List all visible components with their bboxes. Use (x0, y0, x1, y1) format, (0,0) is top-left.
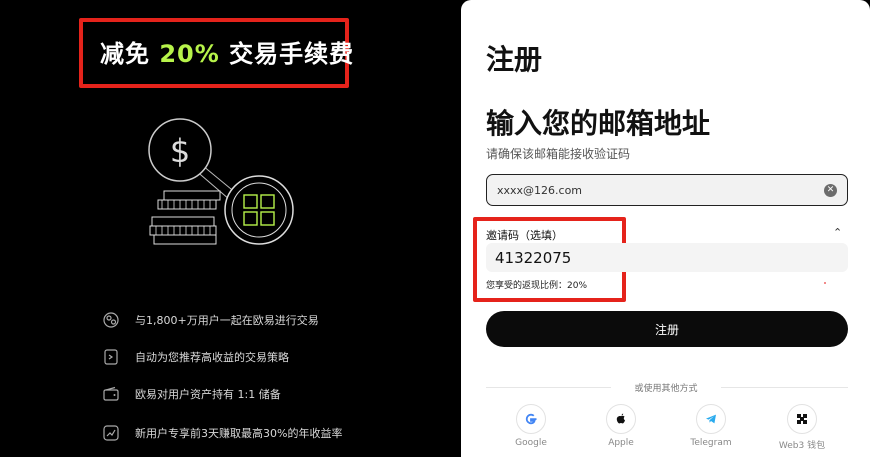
clear-icon[interactable]: ✕ (824, 183, 837, 197)
email-heading: 输入您的邮箱地址 (486, 107, 711, 140)
users-icon (100, 309, 122, 331)
feature-item: 新用户专享前3天赚取最高30%的年收益率 (100, 421, 342, 445)
invite-label: 邀请码（选填） (486, 229, 563, 242)
web3-wallet-label: Web3 钱包 (778, 441, 826, 451)
chevron-up-icon[interactable]: ⌃ (833, 226, 842, 239)
web3-wallet-login-button[interactable]: Web3 钱包 (772, 404, 832, 451)
register-button[interactable]: 注册 (486, 311, 848, 347)
wallet-icon (100, 383, 122, 405)
telegram-login-button[interactable]: Telegram (681, 404, 741, 448)
promo-title-prefix: 减免 (100, 40, 160, 68)
feature-item: 欧易对用户资产持有 1:1 储备 (100, 382, 281, 406)
strategy-icon (100, 346, 122, 368)
email-input[interactable] (497, 183, 824, 197)
feature-text: 与1,800+万用户一起在欧易进行交易 (135, 314, 319, 327)
google-login-button[interactable]: Google (501, 404, 561, 448)
svg-text:$: $ (170, 132, 190, 170)
web3-wallet-icon[interactable] (787, 404, 817, 434)
invite-cashback-hint: 您享受的返现比例：20% (486, 281, 588, 291)
email-field[interactable]: ✕ (486, 174, 848, 206)
invite-code-input[interactable] (495, 248, 839, 267)
email-subtitle: 请确保该邮箱能接收验证码 (486, 147, 631, 161)
telegram-label: Telegram (690, 438, 732, 448)
feature-item: 自动为您推荐高收益的交易策略 (100, 345, 289, 369)
promo-title-highlight: 20% (159, 40, 220, 68)
growth-chart-icon (100, 422, 122, 444)
apple-label: Apple (608, 438, 634, 448)
feature-text: 欧易对用户资产持有 1:1 储备 (135, 388, 281, 401)
coins-illustration: $ (148, 118, 294, 245)
apple-login-button[interactable]: Apple (591, 404, 651, 448)
signup-card: 注册 输入您的邮箱地址 请确保该邮箱能接收验证码 ✕ 邀请码（选填） ⌃ 您享受… (461, 0, 870, 457)
apple-icon[interactable] (606, 404, 636, 434)
promo-title: 减免 20% 交易手续费 (100, 34, 354, 69)
promo-panel: 减免 20% 交易手续费 $ 与1,800+万用户一起在欧易进行交易 自动为您推… (0, 0, 461, 457)
feature-text: 新用户专享前3天赚取最高30%的年收益率 (135, 427, 343, 440)
google-icon[interactable] (516, 404, 546, 434)
invite-code-field[interactable] (486, 243, 848, 272)
other-methods-text: 或使用其他方式 (611, 381, 721, 394)
promo-title-suffix: 交易手续费 (219, 40, 355, 68)
google-label: Google (515, 438, 547, 448)
page-title: 注册 (486, 43, 543, 76)
decorative-dot (824, 282, 826, 284)
telegram-icon[interactable] (696, 404, 726, 434)
feature-text: 自动为您推荐高收益的交易策略 (135, 351, 289, 364)
feature-item: 与1,800+万用户一起在欧易进行交易 (100, 308, 319, 332)
